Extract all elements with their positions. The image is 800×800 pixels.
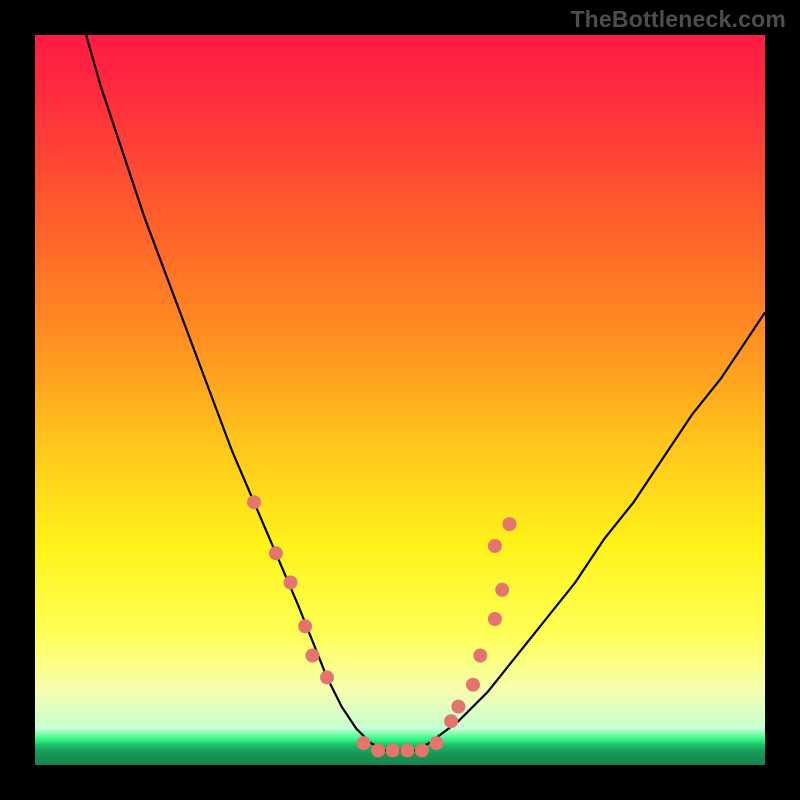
gradient-background [35, 35, 765, 765]
highlight-dot [371, 743, 385, 757]
highlight-dot [269, 546, 283, 560]
highlight-dot [503, 517, 517, 531]
highlight-dot [430, 736, 444, 750]
highlight-dot [495, 583, 509, 597]
highlight-dot [488, 539, 502, 553]
highlight-dot [451, 700, 465, 714]
highlight-dot [444, 714, 458, 728]
plot-svg [35, 35, 765, 765]
highlight-dot [473, 649, 487, 663]
highlight-dot [386, 743, 400, 757]
highlight-dot [400, 743, 414, 757]
plot-outer [35, 35, 765, 765]
chart-frame: TheBottleneck.com [0, 0, 800, 800]
highlight-dot [298, 619, 312, 633]
highlight-dot [320, 670, 334, 684]
highlight-dot [415, 743, 429, 757]
watermark-label: TheBottleneck.com [570, 6, 786, 33]
highlight-dot [488, 612, 502, 626]
highlight-dot [357, 736, 371, 750]
highlight-dot [284, 576, 298, 590]
highlight-dot [466, 678, 480, 692]
highlight-dot [247, 495, 261, 509]
highlight-dot [305, 649, 319, 663]
